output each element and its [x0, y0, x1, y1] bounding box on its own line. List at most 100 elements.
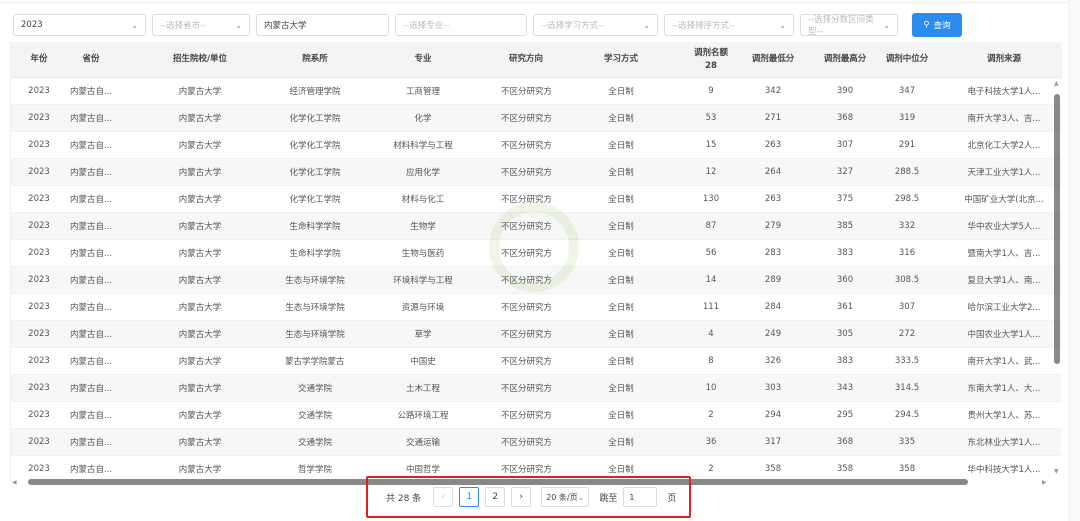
column-header[interactable]: 调剂最低分 [731, 53, 815, 66]
column-header[interactable]: 调剂最高分 [815, 53, 875, 66]
table-cell: 303 [764, 383, 782, 393]
school-value: 内蒙古大学 [264, 21, 307, 31]
table-cell: 不区分研究方向 [501, 141, 551, 151]
province-select[interactable]: --选择省市-- ⌄ [152, 14, 250, 36]
table-row[interactable]: 2023 内蒙古自... 内蒙古大学 生态与环境学院 草学 不区分研究方向 全日制 4 249 3… [11, 321, 1062, 348]
table-cell: 308.5 [894, 275, 920, 285]
query-button[interactable]: ⚲ 查询 [912, 13, 962, 37]
table-cell: 内蒙古大学 [178, 303, 222, 313]
table-cell: 生物与医药 [401, 249, 445, 259]
table-row[interactable]: 2023 内蒙古自... 内蒙古大学 蒙古学学院蒙古历... 中国史 不区分研究方向 全日制… [11, 348, 1062, 375]
table-cell: 347 [898, 86, 916, 96]
table-cell: 289 [764, 275, 782, 285]
table-row[interactable]: 2023 内蒙古自... 内蒙古大学 化学化工学院 化学 不区分研究方向 全日制 53 271 3… [11, 105, 1062, 132]
page-size-select[interactable]: 20 条/页 ⌄ [541, 487, 590, 507]
table-cell: 全日制 [608, 87, 634, 97]
table-cell: 272 [898, 329, 916, 339]
table-cell: 361 [836, 302, 854, 312]
column-header[interactable]: 年份 [11, 53, 67, 66]
table-cell: 资源与环境 [401, 303, 445, 313]
table-row[interactable]: 2023 内蒙古自... 内蒙古大学 生命科学学院 生物学 不区分研究方向 全日制 87 279… [11, 213, 1062, 240]
table-cell: 不区分研究方向 [501, 195, 551, 205]
table-cell: 化学 [414, 114, 432, 124]
year-select[interactable]: 2023 ⌄ [13, 14, 146, 36]
score-range-select[interactable]: --选择分数区间类型-- ⌄ [800, 14, 898, 37]
page-2-button[interactable]: 2 [485, 487, 506, 507]
vertical-scroll-thumb[interactable] [1054, 94, 1060, 364]
table-row[interactable]: 2023 内蒙古自... 内蒙古大学 交通学院 交通运输 不区分研究方向 全日制 36 317 3… [11, 429, 1062, 456]
table-cell: 284 [764, 302, 782, 312]
prev-page-button[interactable]: ‹ [433, 487, 454, 507]
page-1-button[interactable]: 1 [459, 487, 480, 507]
column-header[interactable]: 调剂名额 28 [691, 47, 731, 73]
table-cell: 12 [705, 167, 717, 177]
column-header[interactable]: 招生院校/单位 [115, 53, 285, 66]
table-row[interactable]: 2023 内蒙古自... 内蒙古大学 化学化工学院 材料科学与工程 不区分研究方向 全日制 1… [11, 132, 1062, 159]
vertical-scrollbar[interactable]: ▲ ▼ [1052, 80, 1060, 475]
table-row[interactable]: 2023 内蒙古自... 内蒙古大学 生命科学学院 生物与医药 不区分研究方向 全日制 56 2… [11, 240, 1062, 267]
query-label: 查询 [933, 21, 951, 31]
scroll-up-icon[interactable]: ▲ [1054, 80, 1059, 87]
table-cell: 生命科学学院 [289, 222, 341, 232]
school-input[interactable]: 内蒙古大学 [256, 14, 389, 36]
table-cell: 314.5 [894, 383, 920, 393]
table-cell: 电子科技大学1人... [967, 87, 1041, 97]
table-row[interactable]: 2023 内蒙古自... 内蒙古大学 交通学院 公路环境工程 不区分研究方向 全日制 2 294… [11, 402, 1062, 429]
table-row[interactable]: 2023 内蒙古自... 内蒙古大学 经济管理学院 工商管理 不区分研究方向 全日制 9 342… [11, 78, 1062, 105]
table-cell: 14 [705, 275, 717, 285]
table-cell: 内蒙古自... [69, 330, 113, 340]
table-cell: 全日制 [608, 195, 634, 205]
table-row[interactable]: 2023 内蒙古自... 内蒙古大学 生态与环境学院 环境科学与工程 不区分研究方向 全日制… [11, 267, 1062, 294]
table-body: 2023内蒙古自...内蒙古大学经济管理学院工商管理不区分研究方向全日制9342… [11, 78, 1062, 482]
table-cell: 东南大学1人、大... [967, 384, 1041, 394]
column-header[interactable]: 学习方式 [551, 53, 691, 66]
table-cell: 全日制 [608, 114, 634, 124]
table-cell: 蒙古学学院蒙古历... [285, 357, 345, 367]
table-cell: 358 [764, 464, 782, 474]
table-cell: 333.5 [894, 356, 920, 366]
table-cell: 内蒙古大学 [178, 114, 222, 124]
table-cell: 生态与环境学院 [285, 276, 345, 286]
table-row[interactable]: 2023 内蒙古自... 内蒙古大学 生态与环境学院 资源与环境 不区分研究方向 全日制 11… [11, 294, 1062, 321]
table-cell: 358 [836, 464, 854, 474]
table-cell: 358 [898, 464, 916, 474]
table-cell: 295 [836, 410, 854, 420]
table-cell: 南开大学3人、吉... [967, 114, 1041, 124]
table-cell: 327 [836, 167, 854, 177]
sort-select[interactable]: --选择排序方式-- ⌄ [664, 14, 794, 36]
table-cell: 319 [898, 113, 916, 123]
table-cell: 内蒙古自... [69, 141, 113, 151]
table-row[interactable]: 2023 内蒙古自... 内蒙古大学 化学化工学院 材料与化工 不区分研究方向 全日制 130… [11, 186, 1062, 213]
table-cell: 307 [898, 302, 916, 312]
table-cell: 全日制 [608, 465, 634, 475]
column-header[interactable]: 省份 [67, 53, 115, 66]
table-cell: 内蒙古大学 [178, 141, 222, 151]
column-header[interactable]: 调剂来源 [939, 53, 1062, 66]
table-cell: 内蒙古大学 [178, 357, 222, 367]
next-page-button[interactable]: › [511, 487, 532, 507]
table-cell: 内蒙古自... [69, 303, 113, 313]
study-mode-select[interactable]: --选择学习方式-- ⌄ [533, 14, 658, 36]
column-header[interactable]: 院系所 [285, 53, 345, 66]
scroll-down-icon[interactable]: ▼ [1054, 468, 1059, 475]
table-cell: 2023 [28, 356, 50, 366]
table-cell: 2023 [28, 221, 50, 231]
jump-page-input[interactable]: 1 [623, 487, 658, 507]
table-cell: 东北林业大学1人... [967, 438, 1041, 448]
table-cell: 内蒙古大学 [178, 195, 222, 205]
page-number: 2 [492, 492, 499, 502]
table-row[interactable]: 2023 内蒙古自... 内蒙古大学 交通学院 土木工程 不区分研究方向 全日制 10 303 3… [11, 375, 1062, 402]
table-cell: 全日制 [608, 411, 634, 421]
column-header[interactable]: 专业 [345, 53, 501, 66]
column-header[interactable]: 研究方向 [501, 53, 551, 66]
table-cell: 2023 [28, 167, 50, 177]
table-row[interactable]: 2023 内蒙古自... 内蒙古大学 化学化工学院 应用化学 不区分研究方向 全日制 12 26… [11, 159, 1062, 186]
scroll-left-icon[interactable]: ◀ [12, 479, 17, 486]
table-cell: 15 [705, 140, 717, 150]
filter-bar: 2023 ⌄ --选择省市-- ⌄ 内蒙古大学 --选择专业-- --选择学习方式-… [13, 13, 962, 37]
column-header[interactable]: 调剂中位分 [875, 53, 939, 66]
table-cell: 2023 [28, 383, 50, 393]
scroll-right-icon[interactable]: ▶ [1042, 479, 1047, 486]
major-input[interactable]: --选择专业-- [395, 14, 527, 36]
table-cell: 不区分研究方向 [501, 249, 551, 259]
